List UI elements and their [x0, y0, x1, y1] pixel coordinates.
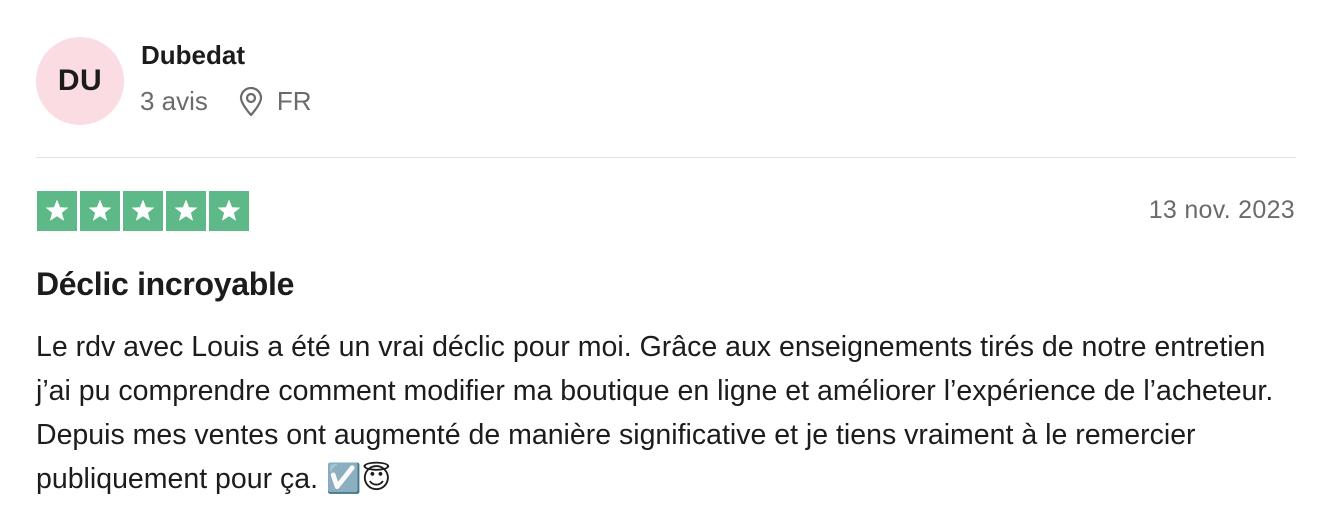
star-icon	[174, 199, 198, 221]
review-date: 13 nov. 2023	[1148, 196, 1295, 224]
star-icon	[131, 199, 155, 221]
review-body: Le rdv avec Louis a été un vrai déclic p…	[36, 325, 1296, 501]
star-2	[80, 191, 120, 231]
avatar[interactable]: DU	[36, 37, 124, 125]
review-card: DU Dubedat 3 avis FR 13 nov. 2023 Déclic…	[0, 0, 1330, 528]
reviewer-name[interactable]: Dubedat	[141, 40, 245, 71]
review-text: Le rdv avec Louis a été un vrai déclic p…	[36, 331, 1274, 495]
star-1	[37, 191, 77, 231]
star-rating	[37, 191, 249, 231]
divider	[36, 157, 1296, 158]
reviewer-country: FR	[276, 86, 312, 116]
star-4	[166, 191, 206, 231]
star-icon	[217, 199, 241, 221]
review-count: 3 avis	[140, 86, 208, 116]
review-emojis: ☑️😇	[325, 462, 392, 495]
reviewer-meta: 3 avis FR	[140, 86, 312, 117]
location-pin-icon	[238, 86, 264, 117]
star-5	[209, 191, 249, 231]
star-3	[123, 191, 163, 231]
star-icon	[88, 199, 112, 221]
review-title[interactable]: Déclic incroyable	[36, 266, 294, 303]
star-icon	[45, 199, 69, 221]
